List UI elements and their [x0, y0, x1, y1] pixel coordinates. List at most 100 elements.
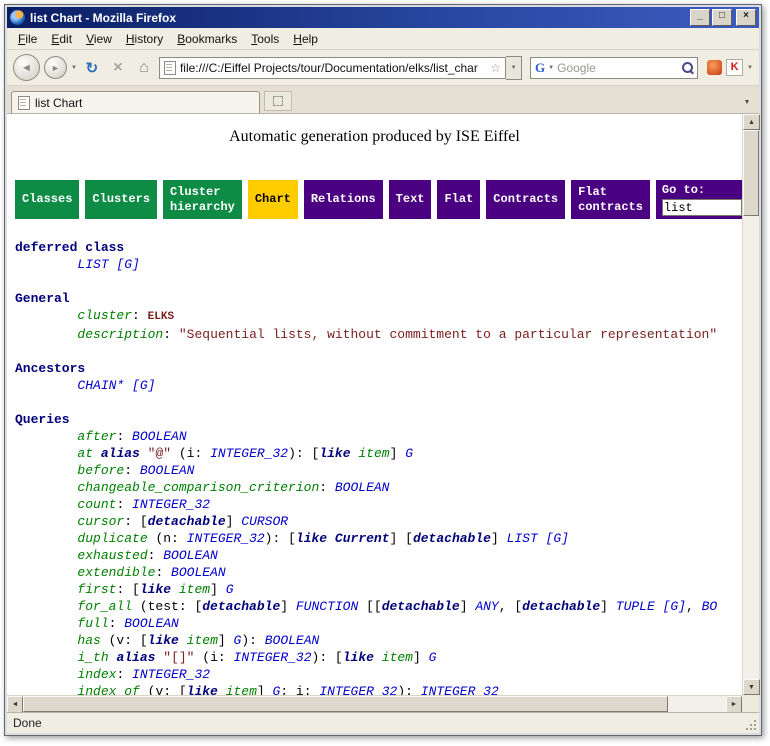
addon-dropdown[interactable]: ▼: [747, 65, 753, 71]
code-line: index_of (v: [like item] G; i: INTEGER_3…: [15, 683, 742, 695]
page-content: Automatic generation produced by ISE Eif…: [7, 114, 742, 695]
scroll-left-icon: ◄: [12, 701, 19, 708]
doc-button-relations[interactable]: Relations: [304, 180, 383, 219]
code-line: [15, 343, 742, 360]
maximize-button[interactable]: □: [712, 9, 732, 26]
chevron-down-icon: ▼: [511, 65, 517, 71]
code-line: has (v: [like item] G): BOOLEAN: [15, 632, 742, 649]
addon-icon-k[interactable]: K: [726, 59, 743, 76]
menu-item-file[interactable]: File: [11, 30, 44, 48]
resize-grip[interactable]: [744, 718, 756, 730]
doc-button-contracts[interactable]: Contracts: [486, 180, 565, 219]
tab-list-chart[interactable]: list Chart: [11, 91, 260, 113]
history-dropdown[interactable]: ▼: [71, 65, 77, 71]
tab-bar: list Chart ▼: [7, 86, 759, 114]
home-icon: ⌂: [139, 59, 149, 77]
new-tab-icon: [273, 96, 283, 106]
vertical-scrollbar[interactable]: ▲ ▼: [742, 114, 759, 695]
tab-page-icon: [18, 96, 30, 110]
doc-button-cluster-hierarchy[interactable]: Cluster hierarchy: [163, 180, 242, 219]
stop-button[interactable]: ×: [107, 56, 129, 80]
firefox-window: list Chart - Mozilla Firefox _ □ × FileE…: [4, 4, 762, 736]
doc-button-flat-contracts[interactable]: Flat contracts: [571, 180, 650, 219]
code-line: Queries: [15, 411, 742, 428]
horizontal-scroll-track[interactable]: [668, 696, 726, 712]
doc-button-classes[interactable]: Classes: [15, 180, 79, 219]
horizontal-scrollbar[interactable]: ◄ ►: [7, 695, 742, 712]
goto-box: Go to:: [656, 180, 742, 219]
doc-button-flat[interactable]: Flat: [437, 180, 480, 219]
close-button[interactable]: ×: [736, 9, 756, 26]
code-line: extendible: BOOLEAN: [15, 564, 742, 581]
scroll-right-icon: ►: [731, 701, 738, 708]
vertical-scroll-thumb[interactable]: [743, 130, 759, 216]
browser-content: Automatic generation produced by ISE Eif…: [7, 114, 759, 712]
back-button[interactable]: ◄: [13, 54, 40, 81]
menu-item-help[interactable]: Help: [286, 30, 325, 48]
firefox-icon: [10, 10, 25, 25]
menu-item-tools[interactable]: Tools: [244, 30, 286, 48]
goto-input[interactable]: [662, 199, 742, 216]
code-line: changeable_comparison_criterion: BOOLEAN: [15, 479, 742, 496]
doc-button-clusters[interactable]: Clusters: [85, 180, 157, 219]
code-line: for_all (test: [detachable] FUNCTION [[d…: [15, 598, 742, 615]
code-line: first: [like item] G: [15, 581, 742, 598]
tab-list-dropdown[interactable]: ▼: [739, 93, 755, 111]
menu-item-edit[interactable]: Edit: [44, 30, 79, 48]
status-bar: Done: [7, 712, 759, 733]
title-bar[interactable]: list Chart - Mozilla Firefox _ □ ×: [7, 7, 759, 28]
url-input[interactable]: [180, 61, 486, 75]
code-line: exhausted: BOOLEAN: [15, 547, 742, 564]
scroll-right-button[interactable]: ►: [726, 696, 742, 713]
menu-item-history[interactable]: History: [119, 30, 170, 48]
tab-list-icon: ▼: [744, 99, 751, 106]
doc-button-text[interactable]: Text: [389, 180, 432, 219]
stop-icon: ×: [113, 59, 122, 77]
code-line: cluster: ELKS: [15, 307, 742, 326]
menu-bar: FileEditViewHistoryBookmarksToolsHelp: [7, 28, 759, 50]
scroll-down-button[interactable]: ▼: [743, 679, 760, 695]
google-logo-icon: G: [535, 60, 545, 76]
search-icon[interactable]: [682, 62, 693, 73]
window-title: list Chart - Mozilla Firefox: [30, 11, 685, 25]
new-tab-button[interactable]: [264, 91, 292, 111]
url-field[interactable]: ☆: [159, 57, 506, 79]
addon-icon-1[interactable]: [707, 60, 722, 75]
tab-label: list Chart: [35, 96, 82, 110]
search-box[interactable]: G ▼: [530, 57, 698, 79]
vertical-scroll-track[interactable]: [743, 216, 759, 679]
home-button[interactable]: ⌂: [133, 56, 155, 80]
page-icon: [164, 61, 176, 75]
navigation-toolbar: ◄ ► ▼ ↻ × ⌂ ☆ ▼ G ▼ K ▼: [7, 50, 759, 86]
menu-item-view[interactable]: View: [79, 30, 119, 48]
code-line: before: BOOLEAN: [15, 462, 742, 479]
page-title: Automatic generation produced by ISE Eif…: [7, 128, 742, 146]
doc-button-chart[interactable]: Chart: [248, 180, 298, 219]
code-line: count: INTEGER_32: [15, 496, 742, 513]
forward-button[interactable]: ►: [44, 56, 67, 79]
search-input[interactable]: [557, 61, 679, 75]
reload-button[interactable]: ↻: [81, 56, 103, 80]
url-dropdown-button[interactable]: ▼: [506, 56, 522, 80]
bookmark-star-icon[interactable]: ☆: [490, 61, 501, 75]
code-line: deferred class: [15, 239, 742, 256]
code-line: after: BOOLEAN: [15, 428, 742, 445]
horizontal-scroll-thumb[interactable]: [23, 696, 668, 712]
forward-icon: ►: [51, 63, 60, 73]
scroll-up-button[interactable]: ▲: [743, 114, 760, 130]
code-line: full: BOOLEAN: [15, 615, 742, 632]
code-line: [15, 273, 742, 290]
search-engine-dropdown[interactable]: ▼: [548, 65, 554, 71]
scroll-up-icon: ▲: [748, 119, 755, 126]
code-line: description: "Sequential lists, without …: [15, 326, 742, 343]
code-line: cursor: [detachable] CURSOR: [15, 513, 742, 530]
menu-item-bookmarks[interactable]: Bookmarks: [170, 30, 244, 48]
minimize-button[interactable]: _: [690, 9, 710, 26]
code-line: duplicate (n: INTEGER_32): [like Current…: [15, 530, 742, 547]
reload-icon: ↻: [86, 59, 99, 77]
back-icon: ◄: [21, 62, 32, 74]
code-line: LIST [G]: [15, 256, 742, 273]
goto-label: Go to:: [662, 183, 742, 197]
scroll-left-button[interactable]: ◄: [7, 696, 23, 713]
code-line: [15, 394, 742, 411]
